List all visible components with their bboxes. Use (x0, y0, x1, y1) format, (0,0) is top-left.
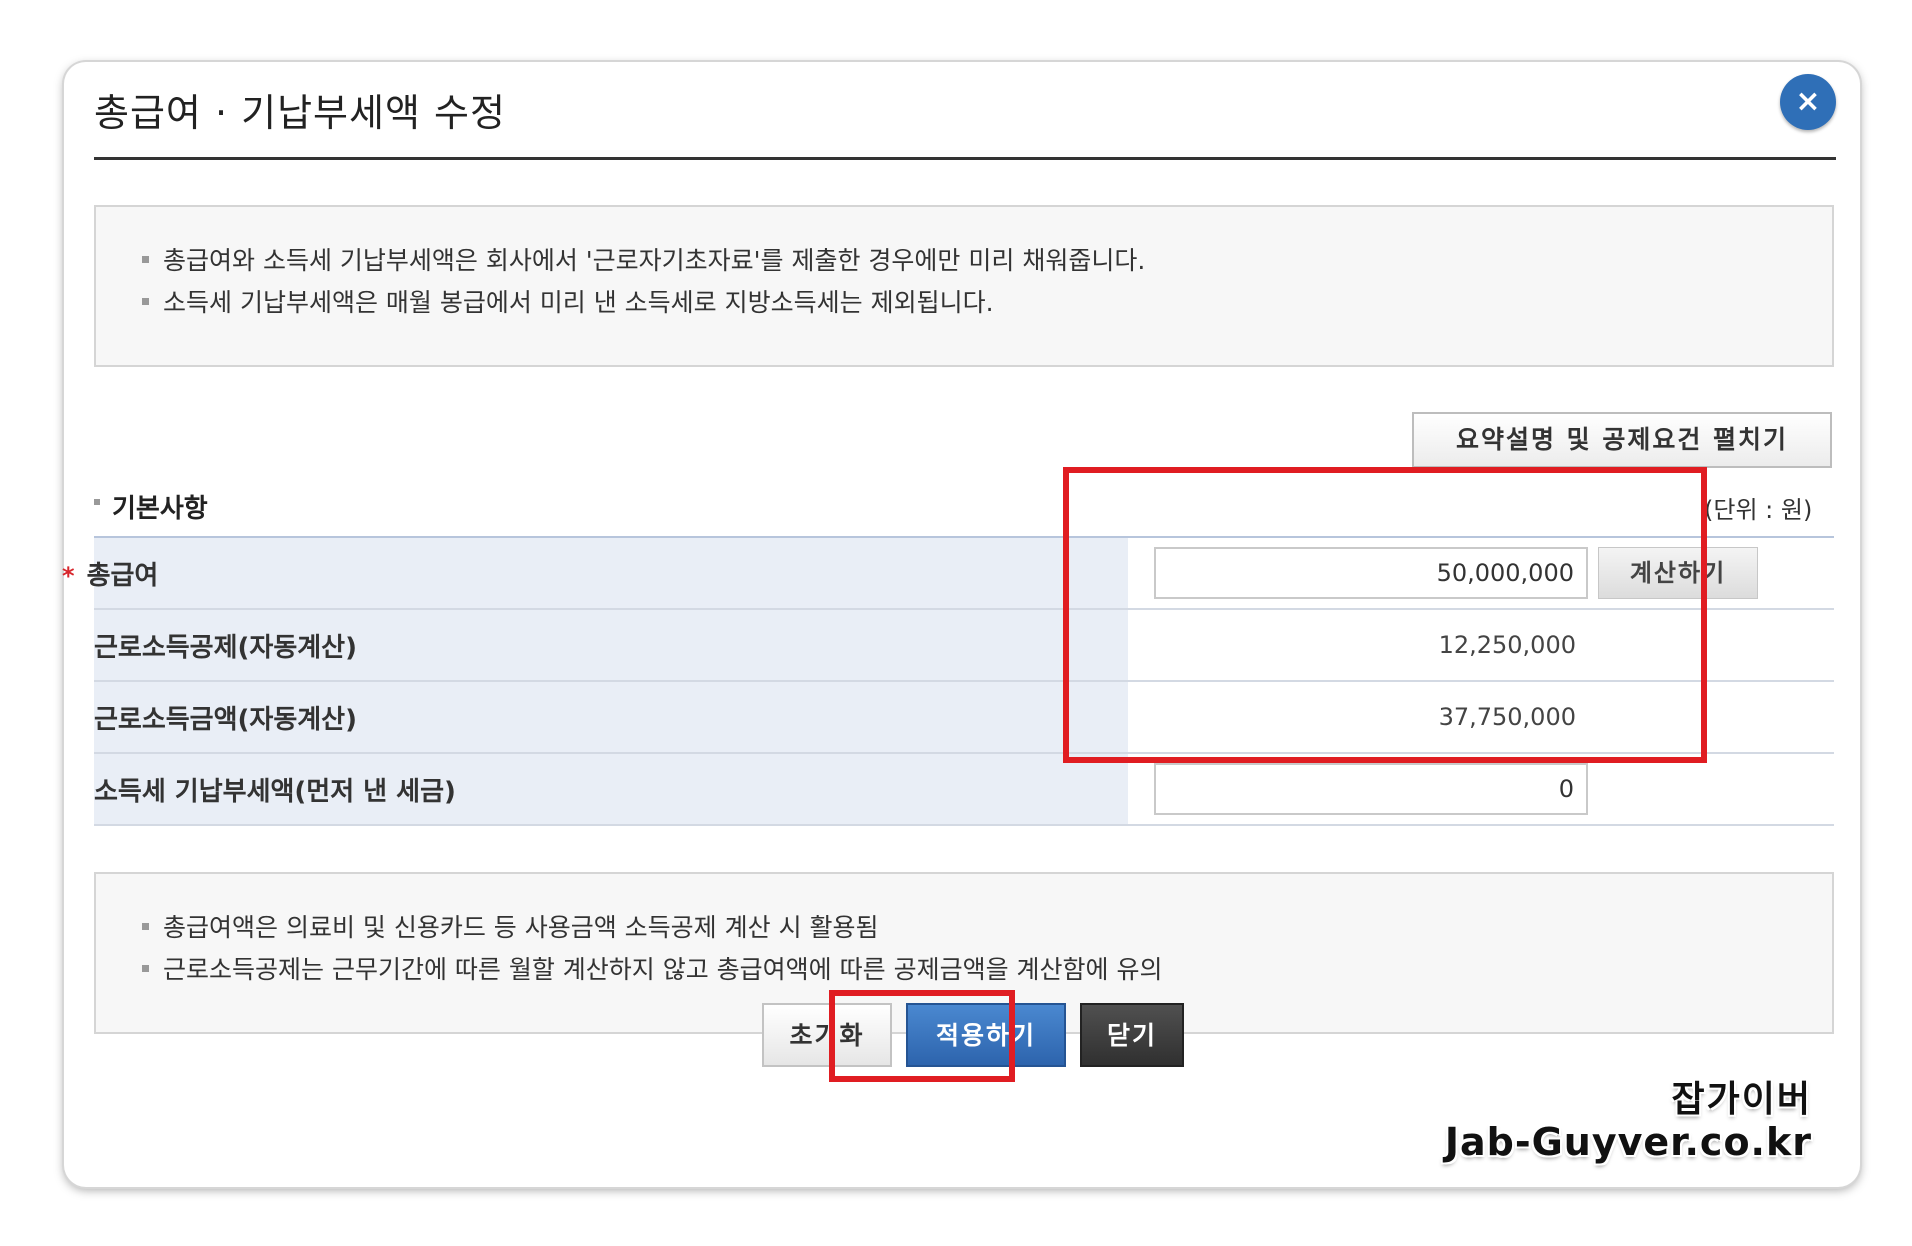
notice-item: 총급여액은 의료비 및 신용카드 등 사용금액 소득공제 계산 시 활용됨 (142, 908, 879, 944)
reset-button[interactable]: 초기화 (762, 1003, 892, 1067)
earned-income-deduction-value: 12,250,000 (1438, 631, 1576, 659)
calculate-button[interactable]: 계산하기 (1598, 547, 1758, 599)
close-icon[interactable]: × (1780, 74, 1836, 130)
notice-item: 총급여와 소득세 기납부세액은 회사에서 '근로자기초자료'를 제출한 경우에만… (142, 241, 1145, 277)
title-divider (94, 157, 1836, 160)
watermark-url: Jab-Guyver.co.kr (1444, 1120, 1812, 1164)
basic-info-table: * 총급여 50,000,000 계산하기 근로소득공제(자동계산) 12,250… (62, 536, 1834, 826)
row-value-cell: 0 (1128, 753, 1834, 826)
notice-top: 총급여와 소득세 기납부세액은 회사에서 '근로자기초자료'를 제출한 경우에만… (94, 205, 1834, 367)
row-label: 소득세 기납부세액(먼저 낸 세금) (94, 753, 1128, 826)
section-title: 기본사항 (94, 488, 208, 525)
row-value-cell: 12,250,000 (1128, 609, 1834, 682)
row-label: * 총급여 (62, 537, 1128, 610)
watermark-title: 잡가이버 (1671, 1079, 1812, 1120)
table-row: 소득세 기납부세액(먼저 낸 세금) 0 (94, 753, 1834, 826)
bullet-icon (142, 255, 149, 263)
row-label: 근로소득금액(자동계산) (94, 681, 1128, 754)
required-mark: * (62, 561, 75, 590)
table-row: * 총급여 50,000,000 계산하기 (62, 537, 1834, 610)
row-value-cell: 37,750,000 (1128, 681, 1834, 754)
dialog-title: 총급여 · 기납부세액 수정 (94, 91, 506, 135)
button-row: 초기화 적용하기 닫기 (64, 1003, 1860, 1067)
table-row: 근로소득금액(자동계산) 37,750,000 (94, 681, 1834, 754)
bullet-icon (94, 498, 100, 505)
bullet-icon (142, 922, 149, 930)
apply-button[interactable]: 적용하기 (906, 1003, 1066, 1067)
row-label: 근로소득공제(자동계산) (94, 609, 1128, 682)
notice-item: 근로소득공제는 근무기간에 따른 월할 계산하지 않고 총급여액에 따른 공제금… (142, 950, 1162, 986)
unit-label: (단위 : 원) (1704, 496, 1813, 524)
total-salary-input[interactable]: 50,000,000 (1154, 547, 1588, 599)
notice-item: 소득세 기납부세액은 매월 봉급에서 미리 낸 소득세로 지방소득세는 제외됩니… (142, 283, 994, 319)
bullet-icon (142, 964, 149, 972)
row-value-cell: 50,000,000 계산하기 (1128, 537, 1834, 610)
watermark: 잡가이버 Jab-Guyver.co.kr (1444, 1079, 1812, 1165)
expand-summary-button[interactable]: 요약설명 및 공제요건 펼치기 (1412, 412, 1832, 468)
earned-income-amount-value: 37,750,000 (1438, 703, 1576, 731)
close-button[interactable]: 닫기 (1080, 1003, 1184, 1067)
bullet-icon (142, 297, 149, 305)
table-row: 근로소득공제(자동계산) 12,250,000 (94, 609, 1834, 682)
prepaid-tax-input[interactable]: 0 (1154, 763, 1588, 815)
